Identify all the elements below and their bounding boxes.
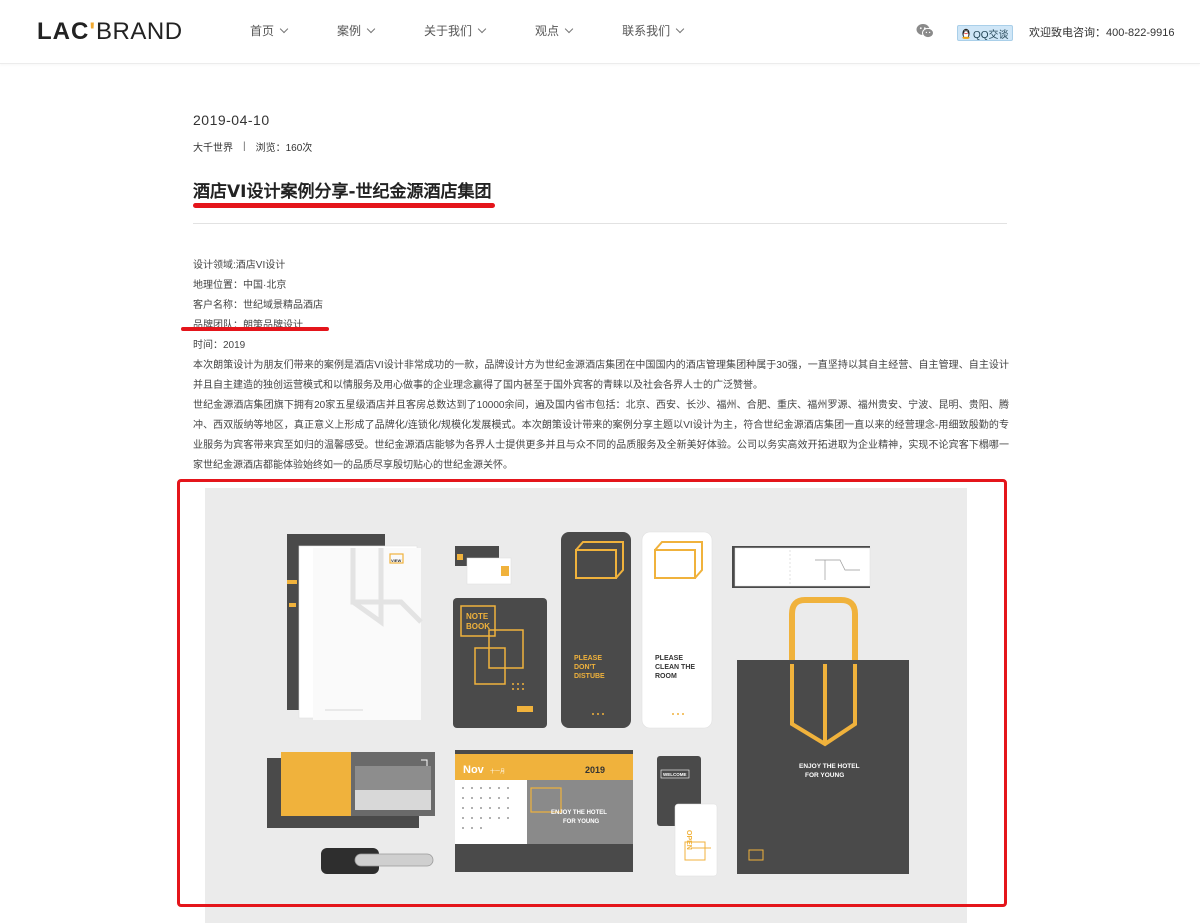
qq-chat-label: QQ交谈 [973, 29, 1009, 41]
nav-label: 案例 [337, 24, 362, 38]
article-meta: 大千世界 | 浏览：160次 [193, 139, 312, 154]
image-annotation-frame [177, 479, 1007, 907]
chevron-down-icon [675, 24, 685, 34]
article-views: 浏览：160次 [255, 143, 313, 154]
nav-label: 观点 [535, 24, 560, 38]
article-title: 酒店VI设计案例分享-世纪金源酒店集团 [193, 182, 492, 202]
qq-penguin-icon [962, 28, 970, 39]
chevron-down-icon [279, 24, 289, 34]
info-design-field: 设计领域:酒店VI设计 [193, 260, 286, 271]
nav-item-contact[interactable]: 联系我们 [622, 22, 685, 39]
main-nav: 首页 案例 关于我们 观点 联系我们 [250, 22, 733, 39]
title-divider [193, 223, 1007, 224]
info-client: 客户名称：世纪域景精品酒店 [193, 300, 323, 311]
wechat-icon[interactable] [916, 23, 934, 39]
article-paragraph: 世纪金源酒店集团旗下拥有20家五星级酒店并且客房总数达到了10000余间，遍及国… [193, 400, 1009, 471]
nav-label: 联系我们 [622, 24, 671, 38]
nav-item-cases[interactable]: 案例 [337, 22, 376, 39]
article-date: 2019-04-10 [193, 112, 270, 128]
article-category[interactable]: 大千世界 [193, 139, 233, 154]
nav-item-home[interactable]: 首页 [250, 22, 289, 39]
title-annotation-underline [193, 203, 495, 208]
nav-label: 关于我们 [424, 24, 473, 38]
chevron-down-icon [366, 24, 376, 34]
team-annotation-underline [181, 327, 329, 331]
nav-item-about[interactable]: 关于我们 [424, 22, 487, 39]
chevron-down-icon [477, 24, 487, 34]
info-brand-team: 品牌团队：朗策品牌设计 [193, 320, 303, 331]
article-body: 设计领域:酒店VI设计 地理位置：中国·北京 客户名称：世纪域景精品酒店 品牌团… [193, 256, 1009, 476]
chevron-down-icon [564, 24, 574, 34]
hotline-text: 欢迎致电咨询：400-822-9916 [1029, 27, 1175, 39]
meta-separator: | [243, 141, 246, 152]
info-location: 地理位置：中国·北京 [193, 280, 287, 291]
brand-logo[interactable]: LAC'BRAND [37, 18, 183, 46]
site-header: LAC'BRAND 首页 案例 关于我们 观点 联系我们 QQ交谈 欢迎致电咨询… [0, 0, 1200, 64]
logo-brand: BRAND [96, 18, 183, 45]
logo-lac: LAC [37, 18, 90, 45]
nav-label: 首页 [250, 24, 275, 38]
info-time: 时间：2019 [193, 340, 246, 351]
nav-item-views[interactable]: 观点 [535, 22, 574, 39]
article-paragraph: 本次朗策设计为朋友们带来的案例是酒店VI设计非常成功的一款，品牌设计方为世纪金源… [193, 360, 1009, 391]
qq-chat-button[interactable]: QQ交谈 [957, 25, 1013, 41]
